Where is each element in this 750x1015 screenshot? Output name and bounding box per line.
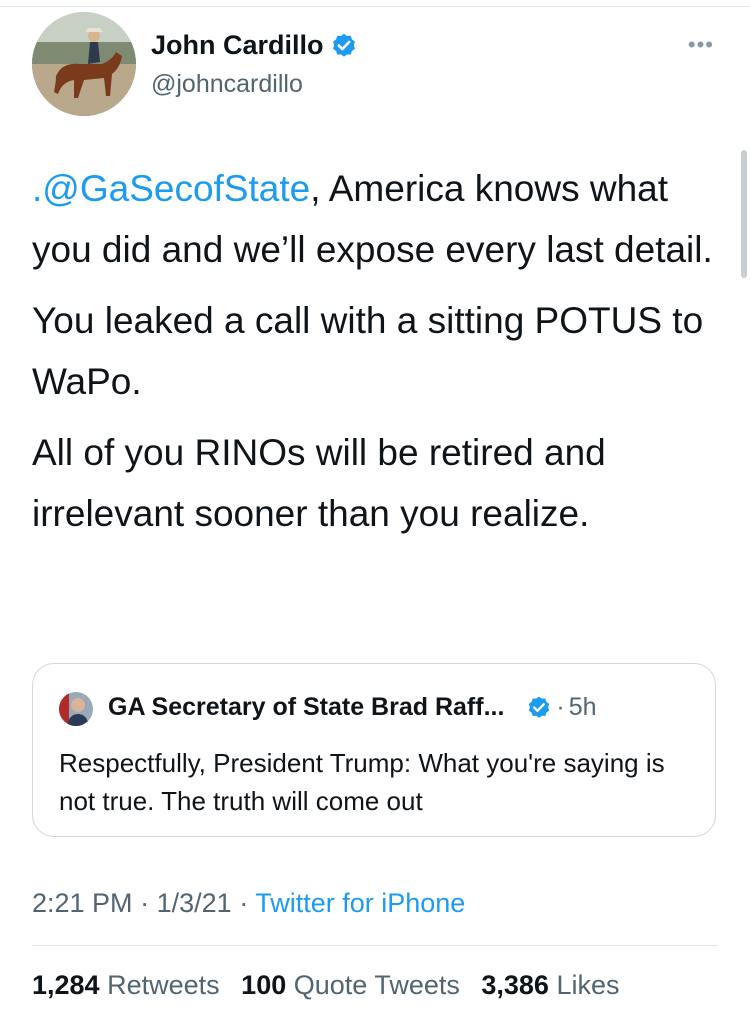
avatar-horse-rider-image [32, 12, 136, 116]
quoted-author-avatar [59, 692, 93, 726]
likes-stat[interactable]: 3,386 Likes [481, 970, 619, 1000]
meta-separator-1: · [140, 888, 150, 918]
retweets-label: Retweets [107, 970, 220, 1000]
tweet-meta: 2:21 PM · 1/3/21 · Twitter for iPhone [32, 888, 465, 919]
quote-tweets-count: 100 [241, 970, 287, 1000]
more-dots-icon[interactable]: ••• [688, 34, 714, 56]
tweet-source-link[interactable]: Twitter for iPhone [255, 888, 465, 918]
tweet-paragraph-3: All of you RINOs will be retired and irr… [32, 432, 606, 534]
quoted-name-row: GA Secretary of State Brad Raff... · 5h [108, 693, 597, 722]
tweet-paragraph-1: .@GaSecofState, America knows what you d… [32, 158, 722, 280]
quote-tweets-label: Quote Tweets [293, 970, 460, 1000]
quoted-separator: · [556, 693, 565, 721]
verified-badge-icon [332, 33, 355, 57]
retweets-count: 1,284 [32, 970, 100, 1000]
quoted-verified-badge-icon [529, 696, 550, 718]
quoted-tweet-card[interactable]: GA Secretary of State Brad Raff... · 5h … [32, 663, 716, 837]
tweet-paragraph-2: You leaked a call with a sitting POTUS t… [32, 300, 704, 402]
tweet-text: .@GaSecofState, America knows what you d… [32, 158, 722, 554]
tweet-stats: 1,284 Retweets 100 Quote Tweets 3,386 Li… [32, 970, 620, 1001]
likes-count: 3,386 [481, 970, 549, 1000]
meta-separator-2: · [239, 888, 249, 918]
top-divider [0, 6, 750, 7]
author-name[interactable]: John Cardillo [151, 30, 324, 61]
likes-label: Likes [556, 970, 620, 1000]
tweet-time: 2:21 PM [32, 888, 133, 918]
quoted-author-name: GA Secretary of State Brad Raff... [108, 693, 505, 721]
quoted-time: 5h [568, 693, 597, 721]
author-name-row: John Cardillo [151, 30, 358, 61]
retweets-stat[interactable]: 1,284 Retweets [32, 970, 220, 1000]
quote-tweets-stat[interactable]: 100 Quote Tweets [241, 970, 460, 1000]
scrollbar[interactable] [741, 150, 747, 278]
quoted-tweet-text: Respectfully, President Trump: What you'… [59, 748, 665, 816]
quoted-avatar-image [59, 692, 93, 726]
author-avatar[interactable] [32, 12, 136, 116]
tweet-date: 1/3/21 [156, 888, 232, 918]
author-handle[interactable]: @johncardillo [151, 70, 303, 99]
stats-divider [32, 945, 718, 946]
mention-link[interactable]: .@GaSecofState [32, 168, 310, 209]
tweet-header: John Cardillo @johncardillo ••• [32, 12, 722, 118]
